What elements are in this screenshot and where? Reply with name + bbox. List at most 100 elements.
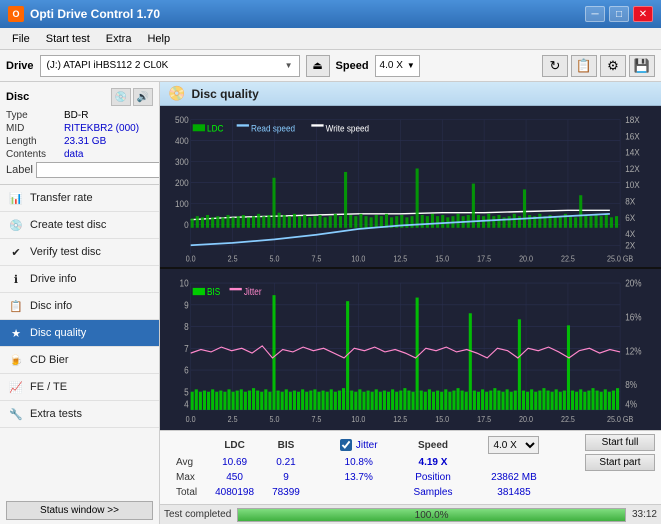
- total-bis: 78399: [264, 486, 308, 499]
- main-layout: Disc 💿 🔊 Type BD-R MID RITEKBR2 (000) Le…: [0, 82, 661, 524]
- svg-text:25.0 GB: 25.0 GB: [607, 414, 633, 424]
- svg-text:8X: 8X: [625, 196, 635, 207]
- disc-length-value: 23.31 GB: [64, 136, 106, 147]
- copy-button[interactable]: 📋: [571, 55, 597, 77]
- svg-text:100: 100: [175, 198, 189, 209]
- max-jitter: 13.7%: [332, 471, 386, 484]
- save-button[interactable]: 💾: [629, 55, 655, 77]
- menu-extra[interactable]: Extra: [98, 31, 140, 47]
- drive-dropdown-arrow: ▼: [285, 61, 293, 70]
- svg-text:15.0: 15.0: [435, 414, 450, 424]
- disc-panel: Disc 💿 🔊 Type BD-R MID RITEKBR2 (000) Le…: [0, 82, 159, 185]
- maximize-button[interactable]: □: [609, 6, 629, 22]
- svg-text:2X: 2X: [625, 240, 635, 251]
- disc-icon-1[interactable]: 💿: [111, 88, 131, 106]
- start-full-button[interactable]: Start full: [585, 434, 655, 451]
- sidebar-item-extra-tests-label: Extra tests: [30, 408, 82, 420]
- svg-text:12%: 12%: [625, 346, 641, 357]
- svg-text:12.5: 12.5: [393, 414, 408, 424]
- svg-text:22.5: 22.5: [561, 254, 575, 264]
- sidebar-item-fe-te[interactable]: 📈 FE / TE: [0, 374, 159, 401]
- toolbar-icons: ↻ 📋 ⚙ 💾: [542, 55, 655, 77]
- disc-quality-icon: ★: [8, 325, 24, 341]
- disc-icon-2[interactable]: 🔊: [133, 88, 153, 106]
- app-title: Opti Drive Control 1.70: [30, 7, 160, 21]
- time-display: 33:12: [632, 509, 657, 520]
- svg-text:7.5: 7.5: [311, 254, 321, 264]
- svg-text:2.5: 2.5: [228, 414, 239, 424]
- sidebar-item-disc-info[interactable]: 📋 Disc info: [0, 293, 159, 320]
- sidebar-item-verify-test-disc-label: Verify test disc: [30, 246, 101, 258]
- svg-text:300: 300: [175, 156, 189, 167]
- menu-start-test[interactable]: Start test: [38, 31, 98, 47]
- speed-label: Speed: [336, 60, 369, 72]
- samples-label: Samples: [406, 486, 461, 499]
- speed-dropdown-arrow: ▼: [407, 61, 415, 70]
- progress-bar-container: Test completed 100.0% 33:12: [160, 504, 661, 524]
- nav-list: 📊 Transfer rate 💿 Create test disc ✔ Ver…: [0, 185, 159, 428]
- stats-header-speed: Speed: [406, 436, 461, 454]
- fe-te-icon: 📈: [8, 379, 24, 395]
- avg-ldc: 10.69: [207, 456, 262, 469]
- sidebar-item-drive-info[interactable]: ℹ Drive info: [0, 266, 159, 293]
- svg-text:0.0: 0.0: [186, 414, 197, 424]
- sidebar-item-transfer-rate[interactable]: 📊 Transfer rate: [0, 185, 159, 212]
- sidebar-item-extra-tests[interactable]: 🔧 Extra tests: [0, 401, 159, 428]
- svg-text:9: 9: [184, 300, 189, 311]
- svg-text:10.0: 10.0: [351, 414, 366, 424]
- disc-contents-value: data: [64, 149, 83, 160]
- menu-file[interactable]: File: [4, 31, 38, 47]
- svg-text:7: 7: [184, 343, 189, 354]
- eject-button[interactable]: ⏏: [306, 55, 330, 77]
- disc-panel-header: Disc 💿 🔊: [6, 88, 153, 106]
- drive-select[interactable]: (J:) ATAPI iHBS112 2 CL0K ▼: [40, 55, 300, 77]
- max-label: Max: [168, 471, 205, 484]
- chart-header-icon: 📀: [168, 85, 185, 102]
- svg-text:18X: 18X: [625, 115, 640, 126]
- disc-type-row: Type BD-R: [6, 110, 153, 121]
- svg-text:12.5: 12.5: [393, 254, 407, 264]
- app-icon: O: [8, 6, 24, 22]
- menu-help[interactable]: Help: [139, 31, 178, 47]
- sidebar-item-disc-quality[interactable]: ★ Disc quality: [0, 320, 159, 347]
- svg-text:0.0: 0.0: [186, 254, 196, 264]
- drive-info-icon: ℹ: [8, 271, 24, 287]
- svg-text:6X: 6X: [625, 212, 635, 223]
- disc-panel-title: Disc: [6, 91, 29, 103]
- svg-text:Jitter: Jitter: [244, 287, 262, 298]
- svg-text:10.0: 10.0: [351, 254, 365, 264]
- settings-button[interactable]: ⚙: [600, 55, 626, 77]
- minimize-button[interactable]: ─: [585, 6, 605, 22]
- svg-text:17.5: 17.5: [477, 414, 492, 424]
- start-part-button[interactable]: Start part: [585, 454, 655, 471]
- sidebar-item-verify-test-disc[interactable]: ✔ Verify test disc: [0, 239, 159, 266]
- disc-type-value: BD-R: [64, 110, 88, 121]
- svg-text:5.0: 5.0: [270, 414, 281, 424]
- svg-text:5.0: 5.0: [270, 254, 280, 264]
- jitter-checkbox[interactable]: [340, 439, 352, 451]
- ldc-chart: 500 400 300 200 100 0 18X 16X 14X 12X 10…: [160, 106, 661, 269]
- sidebar-item-create-test-disc[interactable]: 💿 Create test disc: [0, 212, 159, 239]
- svg-text:7.5: 7.5: [311, 414, 322, 424]
- svg-text:400: 400: [175, 136, 189, 147]
- position-label: Position: [406, 471, 461, 484]
- disc-icons: 💿 🔊: [111, 88, 153, 106]
- speed-select-dropdown[interactable]: 4.0 X 8.0 X Max X: [488, 436, 539, 454]
- speed-select[interactable]: 4.0 X ▼: [375, 55, 420, 77]
- svg-text:BIS: BIS: [207, 287, 220, 298]
- drive-select-text: (J:) ATAPI iHBS112 2 CL0K: [47, 60, 281, 71]
- avg-jitter: 10.8%: [332, 456, 386, 469]
- svg-text:10: 10: [180, 278, 189, 289]
- status-window-button[interactable]: Status window >>: [6, 501, 153, 520]
- samples-value: 381485: [480, 486, 547, 499]
- verify-test-disc-icon: ✔: [8, 244, 24, 260]
- svg-text:0: 0: [184, 219, 189, 230]
- svg-text:14X: 14X: [625, 147, 640, 158]
- sidebar-item-cd-bier[interactable]: 🍺 CD Bier: [0, 347, 159, 374]
- close-button[interactable]: ✕: [633, 6, 653, 22]
- sidebar-item-disc-info-label: Disc info: [30, 300, 72, 312]
- svg-text:6: 6: [184, 365, 189, 376]
- refresh-button[interactable]: ↻: [542, 55, 568, 77]
- bis-jitter-chart-svg: 10 9 8 7 6 5 4 20% 16% 12% 8% 4%: [160, 271, 661, 428]
- disc-label-input[interactable]: [36, 162, 160, 178]
